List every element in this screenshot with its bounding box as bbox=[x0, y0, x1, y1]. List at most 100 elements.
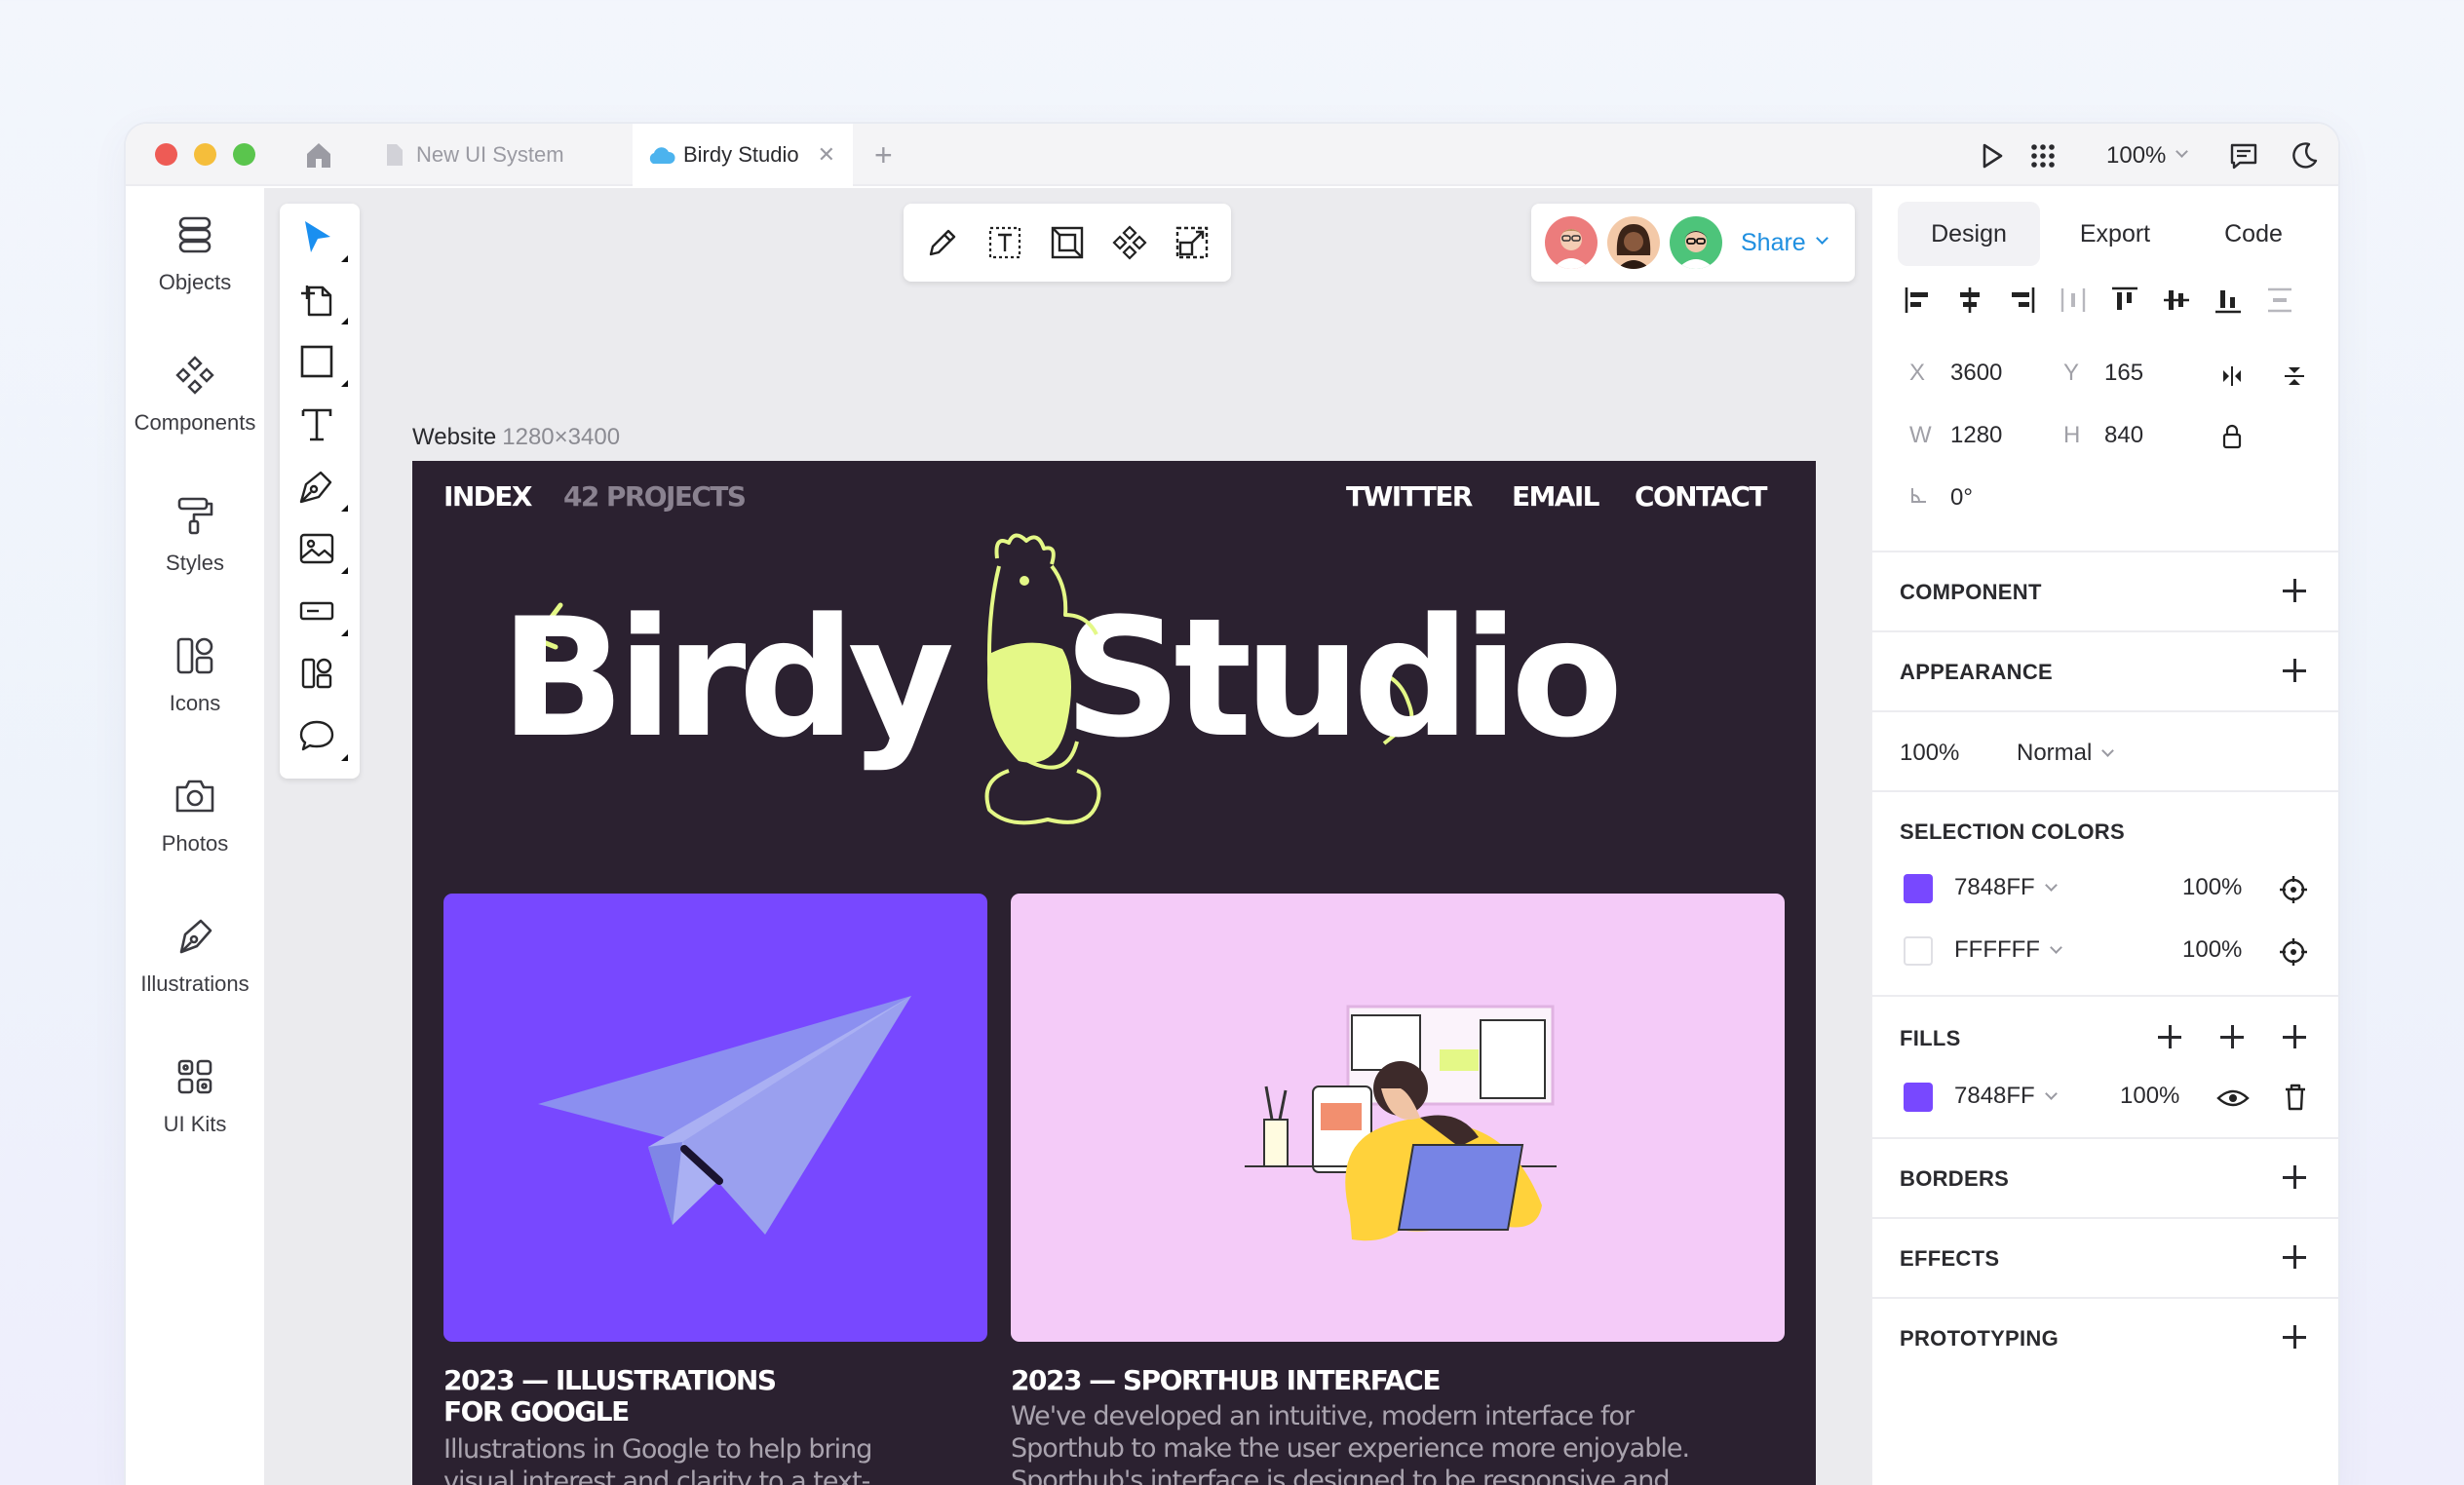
fill-hex[interactable]: 7848FF bbox=[1954, 1083, 2058, 1110]
color-opacity[interactable]: 100% bbox=[2182, 936, 2242, 964]
nav-email-link[interactable]: EMAIL bbox=[1512, 480, 1600, 513]
w-field[interactable]: W 1280 bbox=[1909, 422, 2002, 449]
sidebar-item-illustrations[interactable]: Illustrations bbox=[126, 915, 264, 997]
sidebar-item-styles[interactable]: Styles bbox=[126, 494, 264, 576]
blend-mode-select[interactable]: Normal bbox=[2017, 740, 2115, 767]
fill-opacity[interactable]: 100% bbox=[2120, 1083, 2179, 1110]
add-fill-button[interactable] bbox=[2217, 1022, 2247, 1051]
target-icon[interactable] bbox=[2278, 936, 2309, 968]
pen-tool[interactable] bbox=[297, 467, 348, 512]
components-icon bbox=[175, 356, 214, 395]
x-field[interactable]: X 3600 bbox=[1909, 360, 2002, 387]
select-tool[interactable] bbox=[297, 217, 348, 262]
sidebar-item-icons[interactable]: Icons bbox=[126, 634, 264, 716]
align-middle-icon[interactable] bbox=[2160, 284, 2193, 317]
add-effect-button[interactable] bbox=[2280, 1242, 2309, 1272]
opacity-input[interactable]: 100% bbox=[1900, 740, 1959, 767]
sidebar-item-ui-kits[interactable]: UI Kits bbox=[126, 1055, 264, 1137]
sidebar-item-photos[interactable]: Photos bbox=[126, 775, 264, 857]
flip-vertical-icon[interactable] bbox=[2282, 363, 2307, 389]
frame-select-tool[interactable] bbox=[1048, 223, 1087, 262]
properties-panel: Design Export Code X 3600 Y 165 W 1280 H 840… bbox=[1870, 188, 2338, 1485]
new-tab-button[interactable]: + bbox=[874, 137, 893, 173]
camera-icon bbox=[175, 780, 214, 813]
zoom-select[interactable]: 100% bbox=[2106, 139, 2189, 172]
image-tool[interactable] bbox=[297, 529, 348, 574]
component-tool[interactable] bbox=[1110, 223, 1149, 262]
frame-tool[interactable] bbox=[297, 280, 348, 324]
pencil-tool[interactable] bbox=[923, 223, 962, 262]
tab-code[interactable]: Code bbox=[2182, 202, 2325, 266]
rectangle-tool[interactable] bbox=[297, 342, 348, 387]
add-fill-button[interactable] bbox=[2280, 1022, 2309, 1051]
sidebar-item-objects[interactable]: Objects bbox=[126, 213, 264, 295]
tab-new-ui-system[interactable]: New UI System bbox=[385, 124, 564, 186]
eye-icon[interactable] bbox=[2215, 1083, 2251, 1114]
effects-section: EFFECTS bbox=[1872, 1217, 2338, 1297]
maximize-window-button[interactable] bbox=[233, 143, 255, 166]
tab-design[interactable]: Design bbox=[1898, 202, 2040, 266]
color-hex[interactable]: FFFFFF bbox=[1954, 936, 2062, 964]
comment-tool[interactable] bbox=[297, 716, 348, 761]
share-button[interactable]: Share bbox=[1741, 204, 1829, 282]
distribute-horizontal-icon[interactable] bbox=[2057, 284, 2090, 317]
frame-label[interactable]: Website 1280×3400 bbox=[412, 424, 620, 451]
text-box-tool[interactable] bbox=[985, 223, 1024, 262]
nav-projects-link[interactable]: 42 PROJECTS bbox=[563, 480, 747, 513]
apps-grid-icon[interactable] bbox=[2026, 139, 2060, 172]
fill-swatch[interactable] bbox=[1904, 1083, 1933, 1112]
moon-icon[interactable] bbox=[2288, 139, 2321, 172]
color-swatch[interactable] bbox=[1904, 874, 1933, 903]
tab-birdy-studio[interactable]: Birdy Studio ✕ bbox=[633, 124, 853, 186]
tab-export[interactable]: Export bbox=[2044, 202, 2186, 266]
trash-icon[interactable] bbox=[2282, 1083, 2309, 1112]
website-frame[interactable]: INDEX 42 PROJECTS TWITTER EMAIL CONTACT … bbox=[412, 461, 1816, 1485]
project-title[interactable]: 2023 — ILLUSTRATIONS FOR GOOGLE bbox=[443, 1365, 777, 1428]
add-component-button[interactable] bbox=[2280, 576, 2309, 605]
nav-index-link[interactable]: INDEX bbox=[443, 480, 532, 513]
add-border-button[interactable] bbox=[2280, 1162, 2309, 1192]
canvas[interactable]: Share Website 1280×3400 INDEX 42 PROJECTS… bbox=[264, 188, 1870, 1485]
y-field[interactable]: Y 165 bbox=[2063, 360, 2143, 387]
avatar[interactable] bbox=[1607, 216, 1660, 269]
close-tab-icon[interactable]: ✕ bbox=[818, 144, 835, 166]
text-tool[interactable] bbox=[297, 404, 336, 443]
lock-icon[interactable] bbox=[2221, 424, 2243, 449]
input-component-tool[interactable] bbox=[297, 591, 348, 636]
color-swatch[interactable] bbox=[1904, 936, 1933, 966]
comment-icon[interactable] bbox=[2227, 139, 2260, 172]
h-field[interactable]: H 840 bbox=[2063, 422, 2143, 449]
play-icon[interactable] bbox=[1978, 139, 2007, 172]
icons-icon bbox=[301, 658, 332, 689]
avatar[interactable] bbox=[1545, 216, 1598, 269]
close-window-button[interactable] bbox=[155, 143, 177, 166]
add-appearance-button[interactable] bbox=[2280, 656, 2309, 685]
nav-twitter-link[interactable]: TWITTER bbox=[1346, 480, 1473, 513]
color-opacity[interactable]: 100% bbox=[2182, 874, 2242, 901]
align-center-horizontal-icon[interactable] bbox=[1953, 284, 1986, 317]
resize-tool[interactable] bbox=[1173, 223, 1212, 262]
add-prototype-button[interactable] bbox=[2280, 1322, 2309, 1352]
align-bottom-icon[interactable] bbox=[2212, 284, 2245, 317]
target-icon[interactable] bbox=[2278, 874, 2309, 905]
sidebar-item-components[interactable]: Components bbox=[126, 354, 264, 436]
avatar[interactable] bbox=[1670, 216, 1722, 269]
nav-contact-link[interactable]: CONTACT bbox=[1635, 480, 1767, 513]
align-right-icon[interactable] bbox=[2005, 284, 2038, 317]
assets-tool[interactable] bbox=[297, 654, 336, 693]
flip-horizontal-icon[interactable] bbox=[2219, 363, 2245, 389]
distribute-vertical-icon[interactable] bbox=[2263, 284, 2296, 317]
rotation-field[interactable]: 0° bbox=[1909, 484, 1973, 512]
color-hex[interactable]: 7848FF bbox=[1954, 874, 2058, 901]
project-card-sporthub[interactable] bbox=[1011, 894, 1785, 1342]
project-title[interactable]: 2023 — SPORTHUB INTERFACE bbox=[1011, 1365, 1441, 1396]
add-fill-button[interactable] bbox=[2155, 1022, 2184, 1051]
x-value: 3600 bbox=[1950, 360, 2003, 386]
align-left-icon[interactable] bbox=[1902, 284, 1935, 317]
sidebar-item-label: Styles bbox=[166, 551, 224, 575]
home-icon[interactable] bbox=[303, 139, 334, 171]
minimize-window-button[interactable] bbox=[194, 143, 216, 166]
project-card-google[interactable] bbox=[443, 894, 987, 1342]
grid-icon bbox=[177, 1059, 212, 1094]
align-top-icon[interactable] bbox=[2108, 284, 2141, 317]
